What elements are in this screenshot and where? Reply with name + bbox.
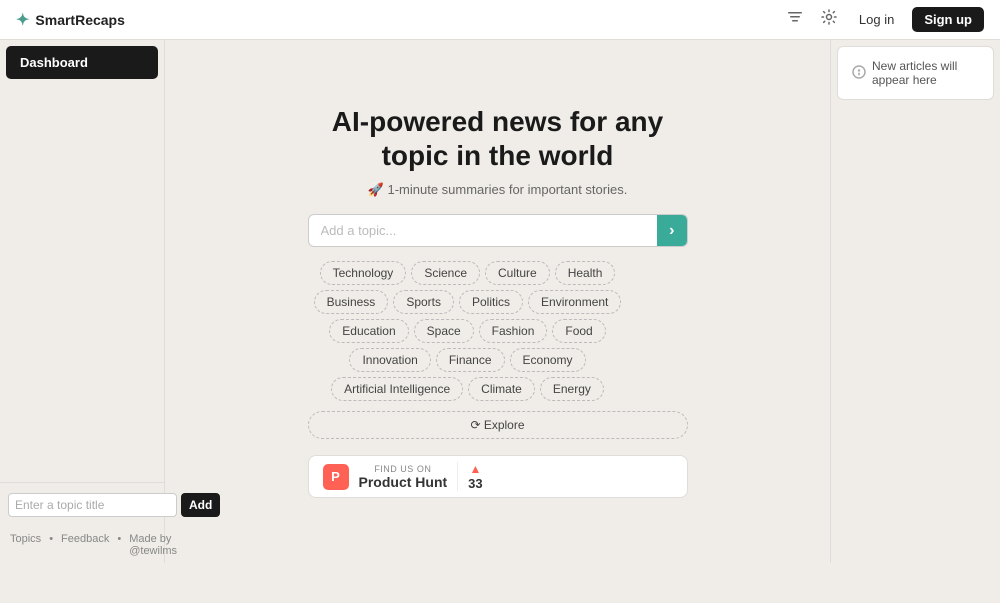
signup-button[interactable]: Sign up bbox=[912, 7, 984, 32]
hero-subtitle: 🚀 1-minute summaries for important stori… bbox=[308, 182, 688, 198]
topics-tag-grid: Technology Science Culture Health Busine… bbox=[308, 261, 628, 401]
topic-title-input[interactable] bbox=[8, 493, 177, 517]
product-hunt-badge[interactable]: P FIND US ON Product Hunt ▲ 33 bbox=[308, 455, 688, 498]
tag-energy[interactable]: Energy bbox=[540, 377, 604, 401]
sidebar-add-input-row: Add bbox=[8, 493, 156, 517]
sidebar-add-section: Add bbox=[0, 482, 164, 527]
sidebar-footer: Topics • Feedback • Made by @tewilms bbox=[0, 527, 164, 563]
product-hunt-number: 33 bbox=[468, 476, 482, 491]
tag-finance[interactable]: Finance bbox=[436, 348, 505, 372]
hero-section: AI-powered news for any topic in the wor… bbox=[308, 105, 688, 498]
topic-search-input[interactable] bbox=[309, 215, 658, 246]
product-hunt-find-label: FIND US ON bbox=[359, 464, 448, 474]
product-hunt-text: FIND US ON Product Hunt bbox=[359, 464, 448, 490]
logo-icon: ✦ bbox=[16, 10, 29, 30]
product-hunt-name: Product Hunt bbox=[359, 474, 448, 490]
footer-sep1: • bbox=[49, 533, 53, 557]
tag-politics[interactable]: Politics bbox=[459, 290, 523, 314]
filter-icon-button[interactable] bbox=[783, 5, 807, 34]
logo-text: SmartRecaps bbox=[35, 12, 125, 28]
tag-technology[interactable]: Technology bbox=[320, 261, 407, 285]
tag-innovation[interactable]: Innovation bbox=[349, 348, 430, 372]
product-hunt-arrow-icon: ▲ bbox=[469, 462, 481, 476]
sidebar-item-dashboard[interactable]: Dashboard bbox=[6, 46, 158, 79]
header-actions: Log in Sign up bbox=[783, 5, 984, 34]
tag-sports[interactable]: Sports bbox=[393, 290, 454, 314]
app-logo: ✦ SmartRecaps bbox=[16, 10, 125, 30]
footer-sep2: • bbox=[117, 533, 121, 557]
hero-title: AI-powered news for any topic in the wor… bbox=[308, 105, 688, 172]
settings-icon-button[interactable] bbox=[817, 5, 841, 34]
main-layout: Dashboard Add Topics • Feedback • Made b… bbox=[0, 40, 1000, 563]
main-content: AI-powered news for any topic in the wor… bbox=[165, 40, 830, 563]
tag-science[interactable]: Science bbox=[411, 261, 480, 285]
new-articles-notice[interactable]: New articles will appear here bbox=[837, 46, 994, 100]
tag-ai[interactable]: Artificial Intelligence bbox=[331, 377, 463, 401]
sidebar-top: Dashboard bbox=[0, 40, 164, 85]
tag-education[interactable]: Education bbox=[329, 319, 408, 343]
app-header: ✦ SmartRecaps Log in Sign up bbox=[0, 0, 1000, 40]
new-articles-text: New articles will appear here bbox=[872, 59, 979, 87]
product-hunt-icon: P bbox=[323, 464, 349, 490]
tag-culture[interactable]: Culture bbox=[485, 261, 550, 285]
tag-business[interactable]: Business bbox=[314, 290, 389, 314]
tag-environment[interactable]: Environment bbox=[528, 290, 621, 314]
tag-climate[interactable]: Climate bbox=[468, 377, 535, 401]
product-hunt-count: ▲ 33 bbox=[457, 462, 482, 491]
sidebar-bottom-section: Add Topics • Feedback • Made by @tewilms bbox=[0, 482, 164, 563]
tag-space[interactable]: Space bbox=[414, 319, 474, 343]
footer-feedback-link[interactable]: Feedback bbox=[61, 533, 109, 557]
tag-health[interactable]: Health bbox=[555, 261, 616, 285]
topic-search-button[interactable]: › bbox=[657, 215, 686, 246]
notice-icon bbox=[852, 65, 866, 82]
footer-topics-link[interactable]: Topics bbox=[10, 533, 41, 557]
sidebar: Dashboard Add Topics • Feedback • Made b… bbox=[0, 40, 165, 563]
tag-economy[interactable]: Economy bbox=[510, 348, 586, 372]
login-button[interactable]: Log in bbox=[851, 8, 902, 31]
tag-fashion[interactable]: Fashion bbox=[479, 319, 548, 343]
right-panel: New articles will appear here bbox=[830, 40, 1000, 563]
explore-button[interactable]: ⟳ Explore bbox=[308, 411, 688, 439]
topic-search-bar: › bbox=[308, 214, 688, 247]
tag-food[interactable]: Food bbox=[552, 319, 605, 343]
